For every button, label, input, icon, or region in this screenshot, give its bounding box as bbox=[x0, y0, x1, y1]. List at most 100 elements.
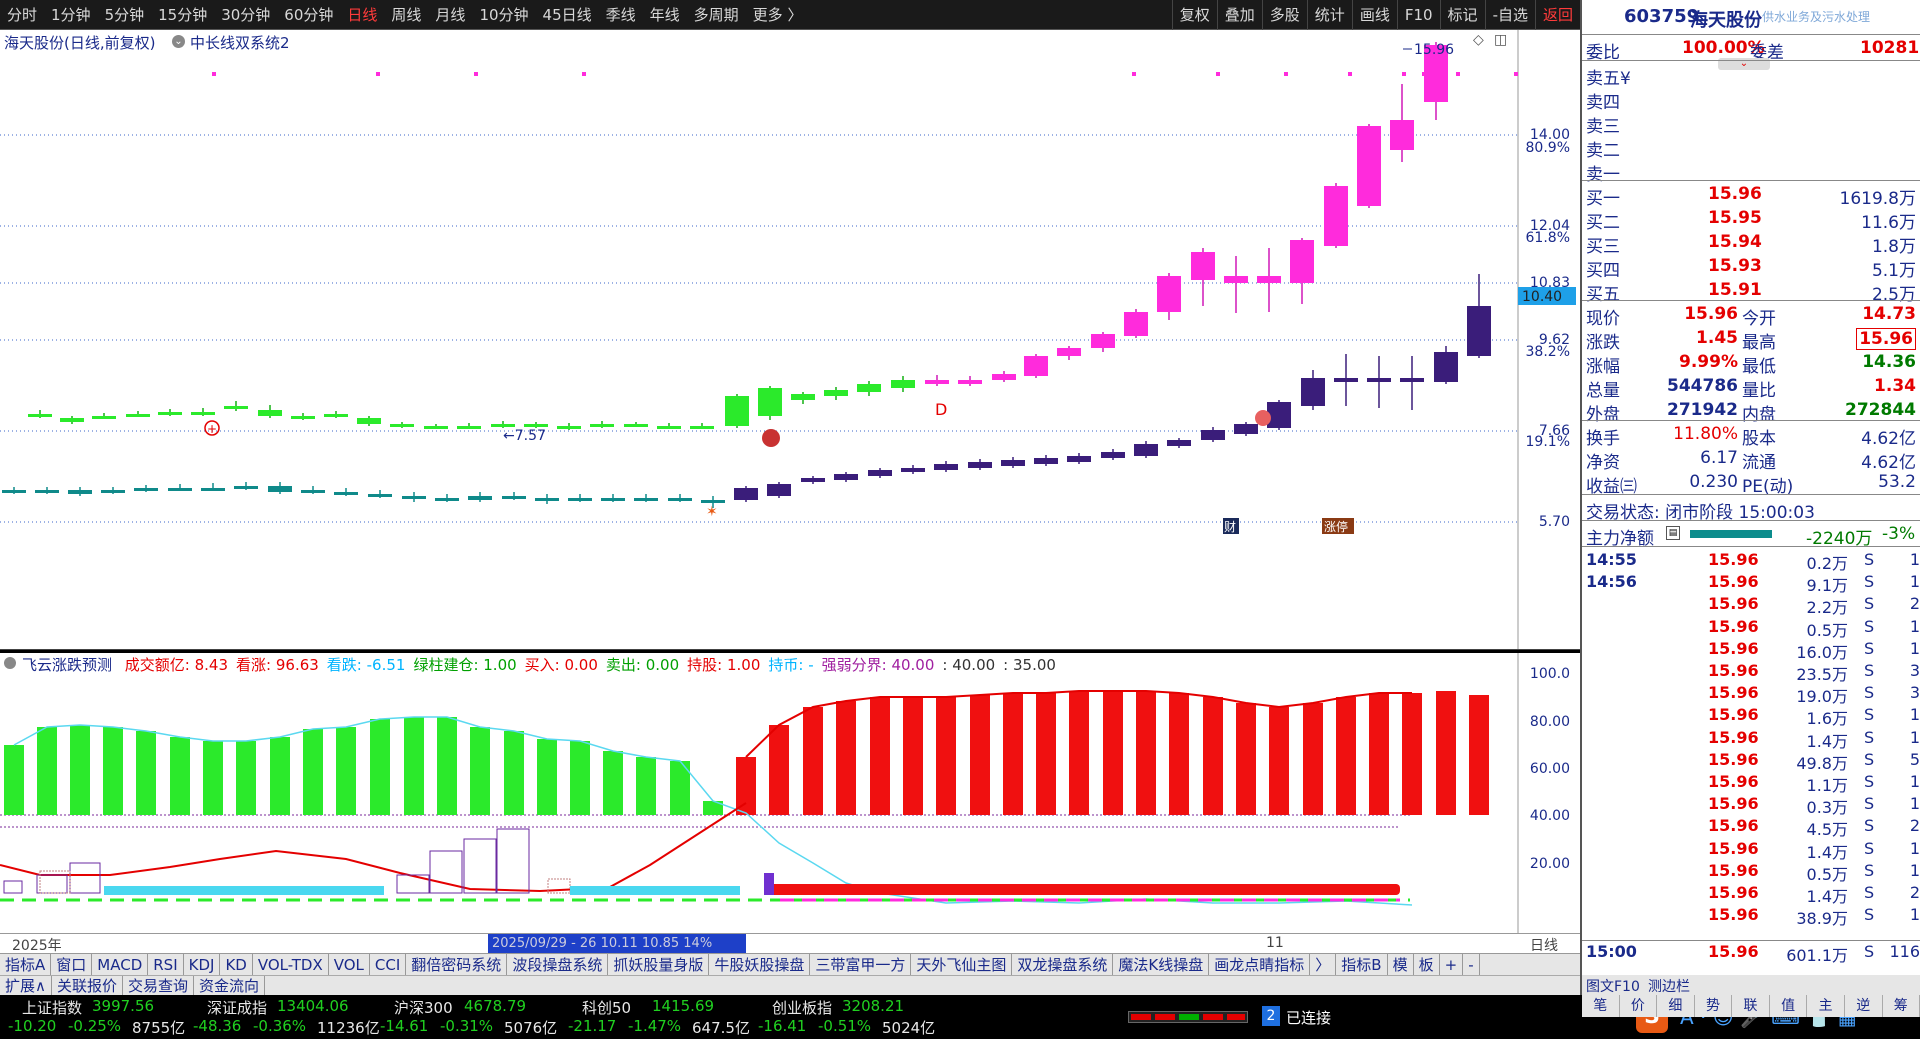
sidebar-link[interactable]: 测边栏 bbox=[1648, 976, 1690, 996]
kline-candle bbox=[424, 424, 448, 429]
period-tab[interactable]: 30分钟 bbox=[214, 0, 277, 30]
panel-tab[interactable]: 筹 bbox=[1883, 995, 1920, 1017]
weicha-value: 10281 bbox=[1860, 38, 1920, 58]
indicator-chart[interactable]: 飞云涨跌预测 成交额亿: 8.43 看涨: 96.63 看跌: -6.51 绿柱建仓:… bbox=[0, 653, 1580, 933]
panel-tab[interactable]: 联 bbox=[1732, 995, 1770, 1017]
table-icon[interactable]: ▤ bbox=[1666, 526, 1680, 540]
tick-side: S bbox=[1864, 594, 1875, 614]
panel-tab[interactable]: 主 bbox=[1807, 995, 1845, 1017]
period-tab[interactable]: 季线 bbox=[599, 0, 643, 30]
index-name[interactable]: 创业板指 bbox=[772, 997, 832, 1018]
indicator-tab[interactable]: VOL-TDX bbox=[253, 954, 329, 975]
indicator-tab[interactable]: 翻倍密码系统 bbox=[406, 954, 508, 975]
indicator-tab[interactable]: RSI bbox=[148, 954, 184, 975]
indicator-tab[interactable]: 三带富甲一方 bbox=[810, 954, 912, 975]
indicator-axis-label: 80.00 bbox=[1530, 714, 1570, 730]
indicator-bar bbox=[236, 741, 256, 815]
indicator-tab[interactable]: 天外飞仙主图 bbox=[911, 954, 1013, 975]
period-tab[interactable]: 45日线 bbox=[536, 0, 599, 30]
tick-row: 15.96 23.5万 S 3 bbox=[1582, 661, 1920, 684]
indicator-tab[interactable]: 指标B bbox=[1336, 954, 1388, 975]
panel-tab[interactable]: 价 bbox=[1620, 995, 1658, 1017]
period-tab[interactable]: 多周期 bbox=[687, 0, 746, 30]
indicator-tab[interactable]: - bbox=[1463, 954, 1480, 975]
sub-tab[interactable]: 交易查询 bbox=[123, 976, 195, 995]
indicator-bar bbox=[136, 731, 156, 815]
index-amount: 5076亿 bbox=[504, 1019, 558, 1037]
connection-status: 已连接 bbox=[1286, 1009, 1332, 1027]
tool-button[interactable]: -自选 bbox=[1484, 0, 1535, 30]
sub-tab[interactable]: 资金流向 bbox=[194, 976, 266, 995]
indicator-tab[interactable]: VOL bbox=[329, 954, 370, 975]
tick-row: 15.96 1.4万 S 1 bbox=[1582, 728, 1920, 751]
signal-dot bbox=[582, 72, 586, 76]
panel-tab[interactable]: 值 bbox=[1770, 995, 1808, 1017]
indicator-tab[interactable]: 模 bbox=[1388, 954, 1414, 975]
period-tab[interactable]: 周线 bbox=[384, 0, 428, 30]
panel-tab[interactable]: 势 bbox=[1695, 995, 1733, 1017]
tool-button[interactable]: 叠加 bbox=[1216, 0, 1262, 30]
fund-row: 净资 6.17 流通 4.62亿 bbox=[1582, 446, 1920, 473]
period-tab[interactable]: 日线 bbox=[340, 0, 384, 30]
indicator-tab[interactable]: 牛股妖股操盘 bbox=[709, 954, 811, 975]
f10-link[interactable]: 图文F10 bbox=[1586, 976, 1640, 996]
pct-axis-label: 38.2% bbox=[1526, 344, 1570, 360]
period-tab[interactable]: 10分钟 bbox=[472, 0, 535, 30]
tool-button[interactable]: 复权 bbox=[1171, 0, 1217, 30]
quote-value: 14.36 bbox=[1862, 352, 1916, 372]
panel-tab[interactable]: 逆 bbox=[1845, 995, 1883, 1017]
index-pct: -1.47% bbox=[628, 1017, 682, 1035]
period-tab[interactable]: 5分钟 bbox=[98, 0, 152, 30]
sub-tab[interactable]: 关联报价 bbox=[52, 976, 123, 995]
sub-tab[interactable]: 扩展∧ bbox=[0, 976, 52, 995]
kline-candle bbox=[1101, 449, 1125, 460]
quote-value: 271942 bbox=[1667, 400, 1738, 420]
tick-price: 15.96 bbox=[1708, 572, 1759, 592]
index-name[interactable]: 沪深300 bbox=[394, 997, 453, 1018]
index-name[interactable]: 科创50 bbox=[582, 997, 631, 1018]
period-tab[interactable]: 分时 bbox=[0, 0, 44, 30]
index-name[interactable]: 上证指数 bbox=[22, 997, 82, 1018]
indicator-bar bbox=[437, 717, 457, 815]
indicator-tab[interactable]: 魔法K线操盘 bbox=[1113, 954, 1210, 975]
period-tab[interactable]: 月线 bbox=[428, 0, 472, 30]
panel-tab[interactable]: 细 bbox=[1657, 995, 1695, 1017]
tick-price: 15.96 bbox=[1708, 860, 1759, 880]
kline-candle bbox=[901, 465, 925, 474]
indicator-tab[interactable]: 板 bbox=[1414, 954, 1440, 975]
tool-button[interactable]: 统计 bbox=[1306, 0, 1352, 30]
year-label: 2025年 bbox=[12, 938, 62, 954]
indicator-tab[interactable]: CCI bbox=[370, 954, 407, 975]
indicator-tab[interactable]: 抓妖股量身版 bbox=[608, 954, 710, 975]
period-tab[interactable]: 更多 〉 bbox=[746, 0, 810, 30]
indicator-bar bbox=[270, 737, 290, 815]
tick-count: 3 bbox=[1909, 661, 1920, 680]
period-tab[interactable]: 15分钟 bbox=[151, 0, 214, 30]
indicator-tab[interactable]: + bbox=[1440, 954, 1464, 975]
indicator-tab[interactable]: 波段操盘系统 bbox=[507, 954, 609, 975]
main-kline-chart[interactable]: 海天股份(日线,前复权) ⌄ 中长线双系统2 ◇ ◫ 14.00 12.04 10.… bbox=[0, 30, 1580, 650]
indicator-tab[interactable]: KDJ bbox=[184, 954, 221, 975]
index-name[interactable]: 深证成指 bbox=[207, 997, 267, 1018]
indicator-tab[interactable]: 双龙操盘系统 bbox=[1012, 954, 1114, 975]
tool-button[interactable]: 多股 bbox=[1261, 0, 1307, 30]
period-tab[interactable]: 60分钟 bbox=[277, 0, 340, 30]
indicator-tab[interactable]: 窗口 bbox=[51, 954, 93, 975]
indicator-bar bbox=[870, 697, 890, 815]
kline-candle bbox=[1167, 438, 1191, 448]
tool-button[interactable]: 返回 bbox=[1534, 0, 1580, 30]
signal-dot bbox=[474, 72, 478, 76]
indicator-tab[interactable]: 画龙点睛指标 bbox=[1209, 954, 1311, 975]
indicator-tab[interactable]: 〉 bbox=[1310, 954, 1337, 975]
tick-side: S bbox=[1864, 883, 1875, 902]
tool-button[interactable]: 标记 bbox=[1439, 0, 1485, 30]
panel-tab[interactable]: 笔 bbox=[1582, 995, 1620, 1017]
indicator-tab[interactable]: 指标A bbox=[0, 954, 52, 975]
kline-candle bbox=[1024, 354, 1048, 378]
indicator-tab[interactable]: MACD bbox=[92, 954, 149, 975]
period-tab[interactable]: 年线 bbox=[643, 0, 687, 30]
tool-button[interactable]: 画线 bbox=[1351, 0, 1397, 30]
tool-button[interactable]: F10 bbox=[1396, 0, 1440, 30]
indicator-tab[interactable]: KD bbox=[220, 954, 253, 975]
period-tab[interactable]: 1分钟 bbox=[44, 0, 98, 30]
